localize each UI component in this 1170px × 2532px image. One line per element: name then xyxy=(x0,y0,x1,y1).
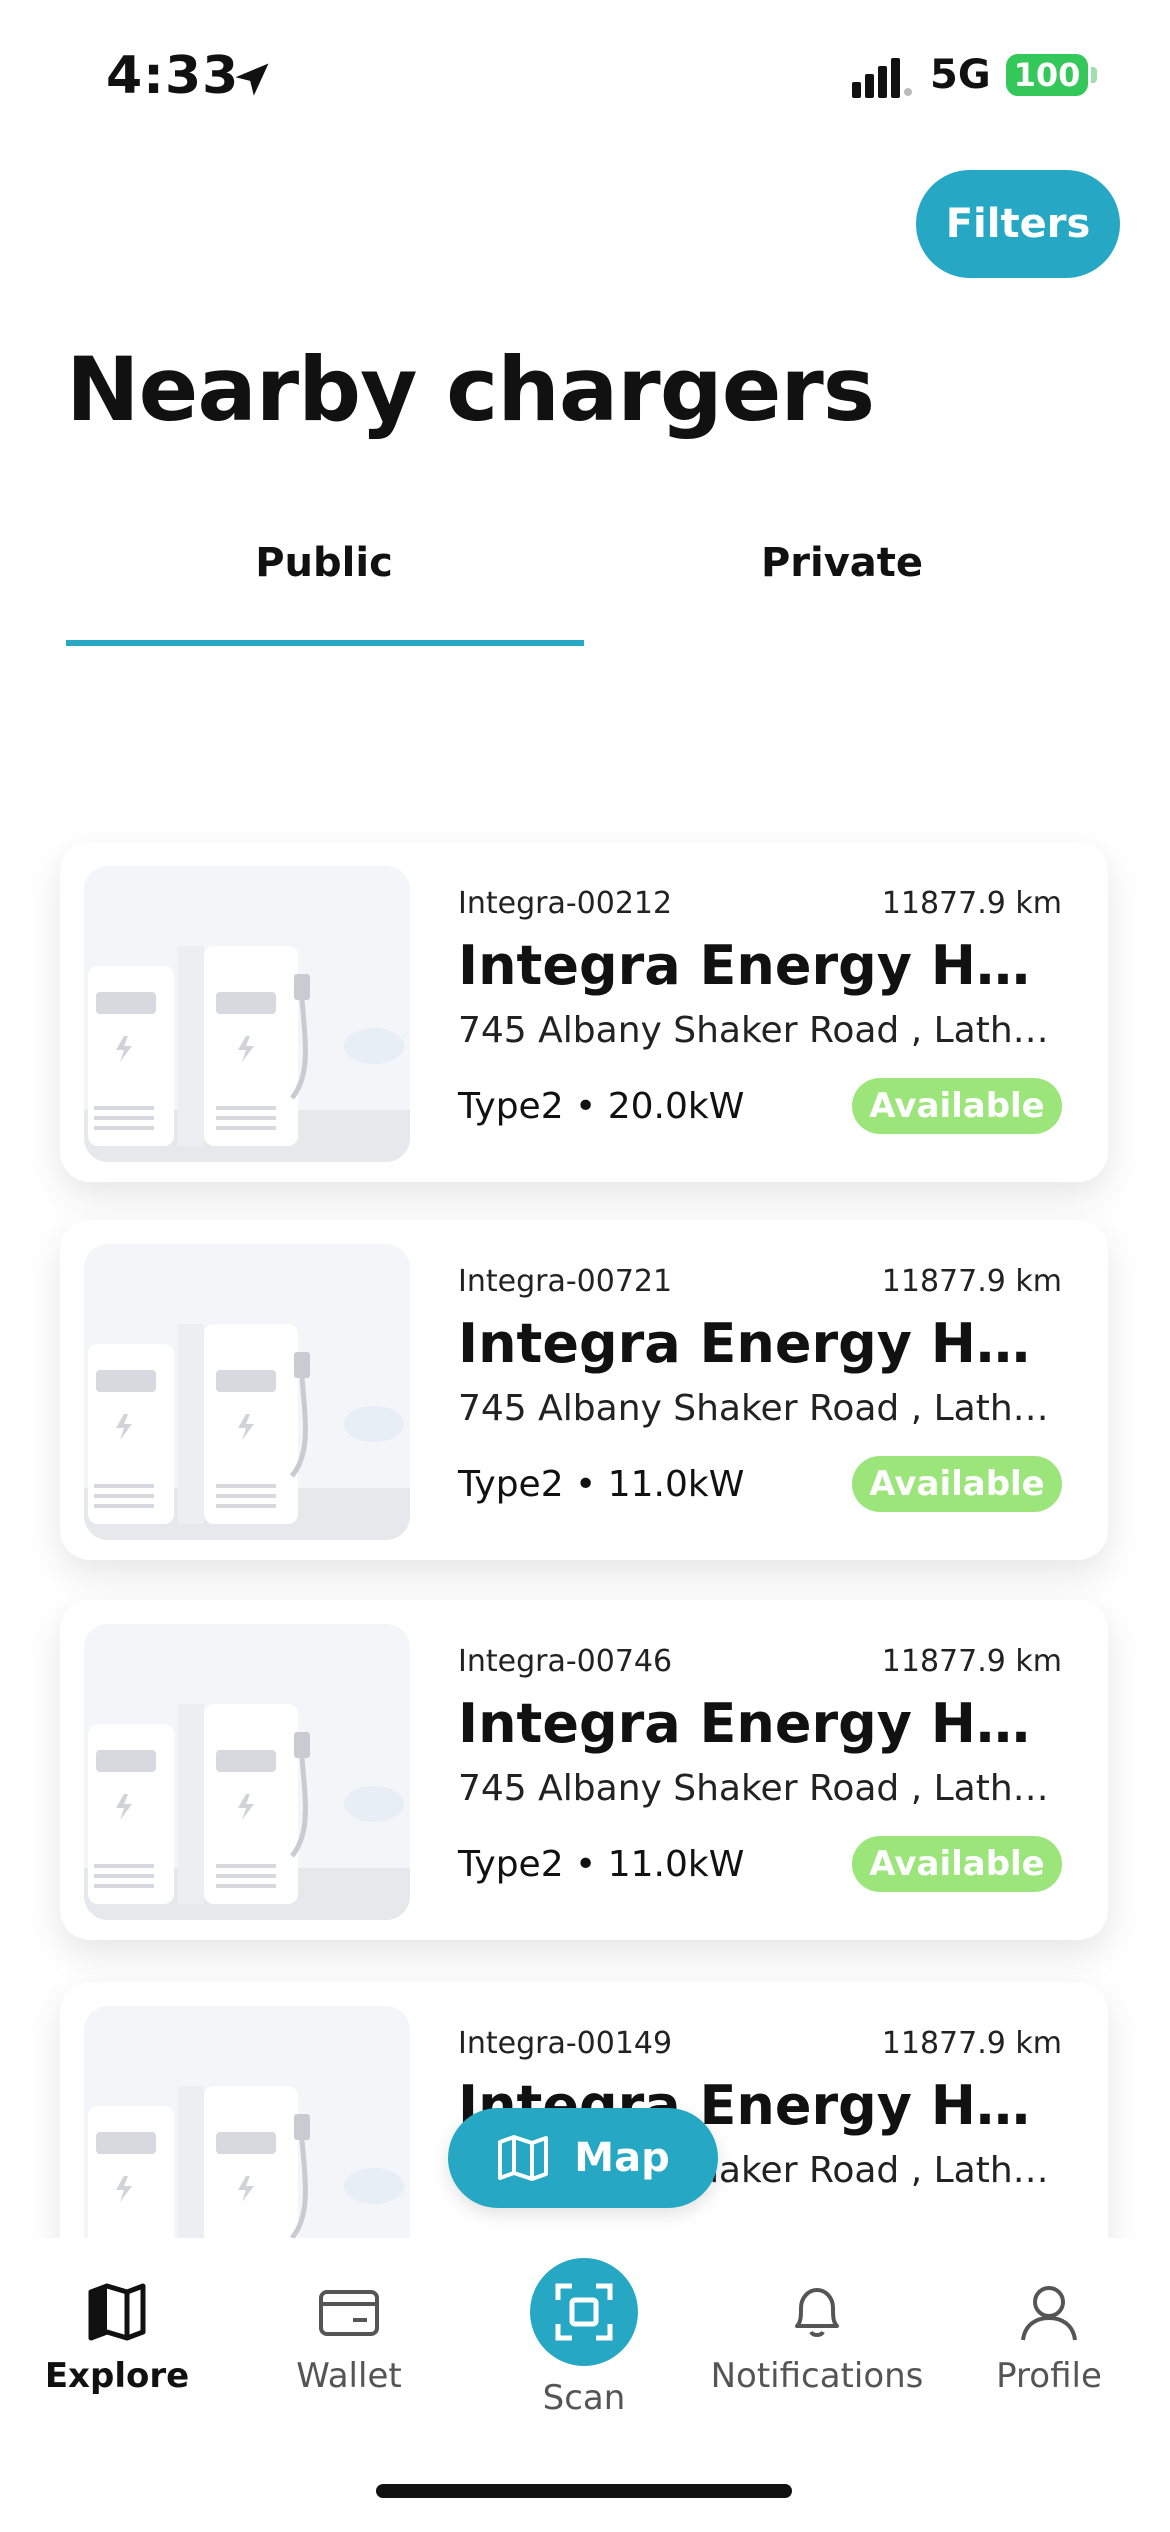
scan-button[interactable] xyxy=(530,2258,638,2366)
nav-explore-label: Explore xyxy=(44,2356,190,2396)
charger-address: 745 Albany Shaker Road , Latham... xyxy=(458,1768,1060,1809)
charger-card[interactable]: Integra-00212 11877.9 km Integra Energy … xyxy=(60,842,1108,1182)
charger-id: Integra-00746 xyxy=(458,1644,673,1679)
map-icon xyxy=(498,2135,549,2181)
nav-notifications-label: Notifications xyxy=(710,2356,924,2396)
charger-name: Integra Energy Head... xyxy=(458,1692,1058,1755)
status-bar: 4:33 5G 100 xyxy=(0,0,1170,150)
signal-icon xyxy=(852,58,912,98)
nav-explore[interactable]: Explore xyxy=(2,2278,232,2396)
map-button-label: Map xyxy=(574,2135,670,2181)
charger-id: Integra-00721 xyxy=(458,1264,673,1299)
nav-profile-label: Profile xyxy=(996,2356,1102,2396)
profile-icon xyxy=(1021,2286,1077,2341)
charger-distance: 11877.9 km xyxy=(881,2026,1062,2061)
charger-spec: Type2 • 20.0kW xyxy=(458,1086,745,1127)
nav-wallet[interactable]: Wallet xyxy=(234,2278,464,2396)
scan-icon xyxy=(555,2283,613,2341)
charger-image xyxy=(84,1624,410,1920)
status-badge: Available xyxy=(852,1078,1062,1134)
charger-image xyxy=(84,1244,410,1540)
location-arrow-icon xyxy=(235,63,269,96)
charger-distance: 11877.9 km xyxy=(881,1264,1062,1299)
charger-id: Integra-00149 xyxy=(458,2026,673,2061)
charger-spec: Type2 • 11.0kW xyxy=(458,1844,745,1885)
home-indicator xyxy=(376,2484,792,2498)
charger-address: 745 Albany Shaker Road , Latham... xyxy=(458,1010,1060,1051)
map-button[interactable]: Map xyxy=(448,2108,718,2208)
tab-private[interactable]: Private xyxy=(584,540,1100,586)
nav-notifications[interactable]: Notifications xyxy=(702,2278,932,2396)
charger-name: Integra Energy Head... xyxy=(458,1312,1058,1375)
charger-card[interactable]: Integra-00746 11877.9 km Integra Energy … xyxy=(60,1600,1108,1940)
charger-name: Integra Energy Head... xyxy=(458,934,1058,997)
charger-distance: 11877.9 km xyxy=(881,1644,1062,1679)
bell-icon xyxy=(795,2288,839,2337)
nav-wallet-label: Wallet xyxy=(296,2356,402,2396)
status-time: 4:33 xyxy=(106,46,240,106)
charger-spec: Type2 • 11.0kW xyxy=(458,1464,745,1505)
charger-image xyxy=(84,866,410,1162)
charger-card[interactable]: Integra-00721 11877.9 km Integra Energy … xyxy=(60,1220,1108,1560)
network-type: 5G xyxy=(930,52,991,98)
nav-scan-label: Scan xyxy=(542,2378,626,2418)
explore-map-icon xyxy=(88,2283,146,2341)
status-badge: Available xyxy=(852,1836,1062,1892)
page-title: Nearby chargers xyxy=(66,338,875,441)
filters-button[interactable]: Filters xyxy=(916,170,1120,278)
active-tab-indicator xyxy=(66,640,584,646)
tab-public[interactable]: Public xyxy=(66,540,582,586)
battery-indicator: 100 xyxy=(1006,54,1088,96)
charger-address: 745 Albany Shaker Road , Latham... xyxy=(458,1388,1060,1429)
nav-profile[interactable]: Profile xyxy=(934,2278,1164,2396)
status-badge: Available xyxy=(852,1456,1062,1512)
charger-distance: 11877.9 km xyxy=(881,886,1062,921)
charger-id: Integra-00212 xyxy=(458,886,673,921)
wallet-icon xyxy=(319,2290,379,2336)
battery-tip xyxy=(1091,67,1097,83)
